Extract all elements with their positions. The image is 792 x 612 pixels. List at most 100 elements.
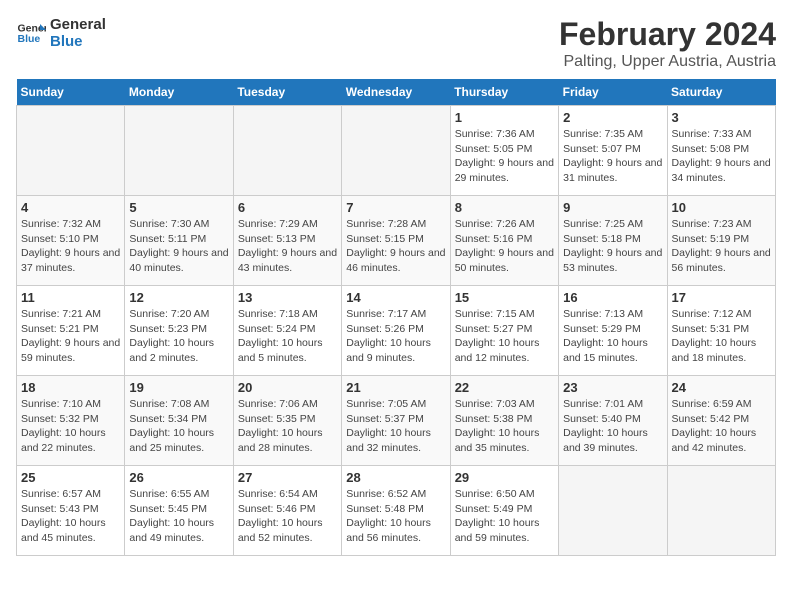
- calendar-cell: [559, 466, 667, 556]
- calendar-cell: 27 Sunrise: 6:54 AM Sunset: 5:46 PM Dayli…: [233, 466, 341, 556]
- day-number: 13: [238, 290, 337, 305]
- calendar-body: 1 Sunrise: 7:36 AM Sunset: 5:05 PM Daylig…: [17, 106, 776, 556]
- day-number: 3: [672, 110, 771, 125]
- day-info: Sunrise: 7:12 AM Sunset: 5:31 PM Dayligh…: [672, 307, 771, 366]
- calendar-cell: [667, 466, 775, 556]
- calendar-cell: 23 Sunrise: 7:01 AM Sunset: 5:40 PM Dayli…: [559, 376, 667, 466]
- calendar-cell: 28 Sunrise: 6:52 AM Sunset: 5:48 PM Dayli…: [342, 466, 450, 556]
- title-block: February 2024 Palting, Upper Austria, Au…: [559, 16, 776, 71]
- day-number: 5: [129, 200, 228, 215]
- day-number: 22: [455, 380, 554, 395]
- calendar-cell: 4Sunrise: 7:32 AM Sunset: 5:10 PM Daylig…: [17, 196, 125, 286]
- calendar-subtitle: Palting, Upper Austria, Austria: [559, 53, 776, 71]
- day-info: Sunrise: 7:36 AM Sunset: 5:05 PM Dayligh…: [455, 127, 554, 186]
- day-info: Sunrise: 7:29 AM Sunset: 5:13 PM Dayligh…: [238, 217, 337, 276]
- calendar-cell: 1 Sunrise: 7:36 AM Sunset: 5:05 PM Daylig…: [450, 106, 558, 196]
- weekday-header-cell: Sunday: [17, 79, 125, 106]
- logo-line1: General: [50, 16, 106, 33]
- day-number: 21: [346, 380, 445, 395]
- calendar-cell: 15 Sunrise: 7:15 AM Sunset: 5:27 PM Dayli…: [450, 286, 558, 376]
- day-number: 28: [346, 470, 445, 485]
- day-number: 11: [21, 290, 120, 305]
- calendar-cell: 17 Sunrise: 7:12 AM Sunset: 5:31 PM Dayli…: [667, 286, 775, 376]
- day-number: 4: [21, 200, 120, 215]
- calendar-cell: [125, 106, 233, 196]
- calendar-cell: 6 Sunrise: 7:29 AM Sunset: 5:13 PM Daylig…: [233, 196, 341, 286]
- day-number: 26: [129, 470, 228, 485]
- day-info: Sunrise: 7:30 AM Sunset: 5:11 PM Dayligh…: [129, 217, 228, 276]
- day-number: 17: [672, 290, 771, 305]
- weekday-header-cell: Saturday: [667, 79, 775, 106]
- day-info: Sunrise: 7:26 AM Sunset: 5:16 PM Dayligh…: [455, 217, 554, 276]
- calendar-cell: 18 Sunrise: 7:10 AM Sunset: 5:32 PM Dayli…: [17, 376, 125, 466]
- calendar-cell: 26 Sunrise: 6:55 AM Sunset: 5:45 PM Dayli…: [125, 466, 233, 556]
- calendar-cell: 7 Sunrise: 7:28 AM Sunset: 5:15 PM Daylig…: [342, 196, 450, 286]
- day-info: Sunrise: 7:08 AM Sunset: 5:34 PM Dayligh…: [129, 397, 228, 456]
- day-info: Sunrise: 7:15 AM Sunset: 5:27 PM Dayligh…: [455, 307, 554, 366]
- day-info: Sunrise: 6:57 AM Sunset: 5:43 PM Dayligh…: [21, 487, 120, 546]
- day-info: Sunrise: 6:54 AM Sunset: 5:46 PM Dayligh…: [238, 487, 337, 546]
- day-info: Sunrise: 7:06 AM Sunset: 5:35 PM Dayligh…: [238, 397, 337, 456]
- day-info: Sunrise: 7:13 AM Sunset: 5:29 PM Dayligh…: [563, 307, 662, 366]
- day-info: Sunrise: 7:03 AM Sunset: 5:38 PM Dayligh…: [455, 397, 554, 456]
- calendar-cell: 22 Sunrise: 7:03 AM Sunset: 5:38 PM Dayli…: [450, 376, 558, 466]
- day-number: 15: [455, 290, 554, 305]
- day-number: 29: [455, 470, 554, 485]
- calendar-cell: 10Sunrise: 7:23 AM Sunset: 5:19 PM Dayli…: [667, 196, 775, 286]
- day-info: Sunrise: 7:10 AM Sunset: 5:32 PM Dayligh…: [21, 397, 120, 456]
- weekday-header-cell: Wednesday: [342, 79, 450, 106]
- day-info: Sunrise: 7:23 AM Sunset: 5:19 PM Dayligh…: [672, 217, 771, 276]
- calendar-cell: 9 Sunrise: 7:25 AM Sunset: 5:18 PM Daylig…: [559, 196, 667, 286]
- logo-line2: Blue: [50, 33, 106, 50]
- day-number: 1: [455, 110, 554, 125]
- calendar-cell: 16Sunrise: 7:13 AM Sunset: 5:29 PM Dayli…: [559, 286, 667, 376]
- day-info: Sunrise: 7:25 AM Sunset: 5:18 PM Dayligh…: [563, 217, 662, 276]
- day-number: 2: [563, 110, 662, 125]
- day-number: 25: [21, 470, 120, 485]
- day-info: Sunrise: 7:21 AM Sunset: 5:21 PM Dayligh…: [21, 307, 120, 366]
- calendar-cell: 21 Sunrise: 7:05 AM Sunset: 5:37 PM Dayli…: [342, 376, 450, 466]
- day-number: 14: [346, 290, 445, 305]
- day-info: Sunrise: 7:35 AM Sunset: 5:07 PM Dayligh…: [563, 127, 662, 186]
- day-number: 23: [563, 380, 662, 395]
- day-info: Sunrise: 6:50 AM Sunset: 5:49 PM Dayligh…: [455, 487, 554, 546]
- page-header: General Blue General Blue February 2024 …: [16, 16, 776, 71]
- calendar-cell: 19 Sunrise: 7:08 AM Sunset: 5:34 PM Dayli…: [125, 376, 233, 466]
- calendar-cell: 5 Sunrise: 7:30 AM Sunset: 5:11 PM Daylig…: [125, 196, 233, 286]
- calendar-cell: 11 Sunrise: 7:21 AM Sunset: 5:21 PM Dayli…: [17, 286, 125, 376]
- calendar-cell: [17, 106, 125, 196]
- calendar-cell: 25 Sunrise: 6:57 AM Sunset: 5:43 PM Dayli…: [17, 466, 125, 556]
- day-info: Sunrise: 7:01 AM Sunset: 5:40 PM Dayligh…: [563, 397, 662, 456]
- day-number: 24: [672, 380, 771, 395]
- calendar-week-row: 11 Sunrise: 7:21 AM Sunset: 5:21 PM Dayli…: [17, 286, 776, 376]
- calendar-cell: 20Sunrise: 7:06 AM Sunset: 5:35 PM Dayli…: [233, 376, 341, 466]
- day-number: 18: [21, 380, 120, 395]
- day-number: 7: [346, 200, 445, 215]
- day-info: Sunrise: 6:55 AM Sunset: 5:45 PM Dayligh…: [129, 487, 228, 546]
- calendar-title: February 2024: [559, 16, 776, 53]
- calendar-week-row: 18 Sunrise: 7:10 AM Sunset: 5:32 PM Dayli…: [17, 376, 776, 466]
- day-number: 9: [563, 200, 662, 215]
- day-number: 27: [238, 470, 337, 485]
- calendar-week-row: 1 Sunrise: 7:36 AM Sunset: 5:05 PM Daylig…: [17, 106, 776, 196]
- day-info: Sunrise: 6:59 AM Sunset: 5:42 PM Dayligh…: [672, 397, 771, 456]
- calendar-cell: [342, 106, 450, 196]
- day-info: Sunrise: 6:52 AM Sunset: 5:48 PM Dayligh…: [346, 487, 445, 546]
- calendar-cell: 14Sunrise: 7:17 AM Sunset: 5:26 PM Dayli…: [342, 286, 450, 376]
- weekday-header-cell: Monday: [125, 79, 233, 106]
- calendar-cell: 29 Sunrise: 6:50 AM Sunset: 5:49 PM Dayli…: [450, 466, 558, 556]
- svg-text:Blue: Blue: [18, 33, 41, 45]
- calendar-week-row: 25 Sunrise: 6:57 AM Sunset: 5:43 PM Dayli…: [17, 466, 776, 556]
- calendar-cell: 8Sunrise: 7:26 AM Sunset: 5:16 PM Daylig…: [450, 196, 558, 286]
- day-info: Sunrise: 7:20 AM Sunset: 5:23 PM Dayligh…: [129, 307, 228, 366]
- day-info: Sunrise: 7:33 AM Sunset: 5:08 PM Dayligh…: [672, 127, 771, 186]
- calendar-table: SundayMondayTuesdayWednesdayThursdayFrid…: [16, 79, 776, 556]
- calendar-cell: 3 Sunrise: 7:33 AM Sunset: 5:08 PM Daylig…: [667, 106, 775, 196]
- weekday-header-cell: Tuesday: [233, 79, 341, 106]
- day-number: 19: [129, 380, 228, 395]
- calendar-cell: 13Sunrise: 7:18 AM Sunset: 5:24 PM Dayli…: [233, 286, 341, 376]
- calendar-cell: [233, 106, 341, 196]
- day-number: 6: [238, 200, 337, 215]
- day-info: Sunrise: 7:05 AM Sunset: 5:37 PM Dayligh…: [346, 397, 445, 456]
- day-info: Sunrise: 7:28 AM Sunset: 5:15 PM Dayligh…: [346, 217, 445, 276]
